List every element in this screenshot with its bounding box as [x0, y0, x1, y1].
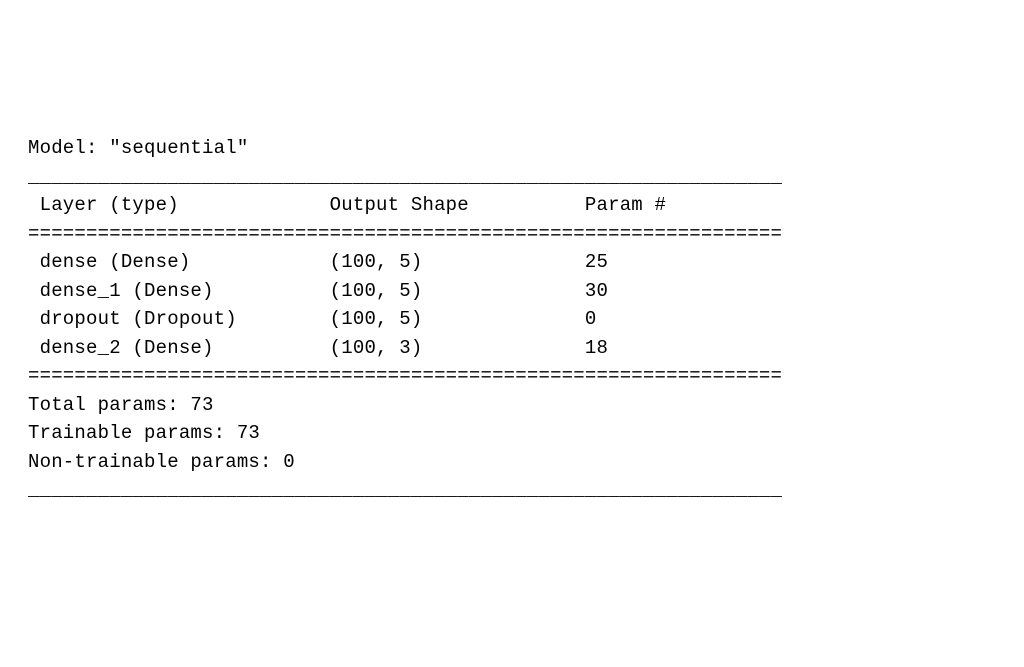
- table-row: dense_2 (Dense) (100, 3) 18: [28, 334, 996, 363]
- trainable-params: Trainable params: 73: [28, 419, 996, 448]
- rule-underscore: ________________________________________…: [28, 476, 996, 505]
- model-title: Model: "sequential": [28, 134, 996, 163]
- model-summary: Model: "sequential"_____________________…: [28, 134, 996, 505]
- table-row: dense_1 (Dense) (100, 5) 30: [28, 277, 996, 306]
- rule-equals: ========================================…: [28, 220, 996, 249]
- rule-underscore: ________________________________________…: [28, 163, 996, 192]
- nontrainable-params: Non-trainable params: 0: [28, 448, 996, 477]
- rule-equals: ========================================…: [28, 362, 996, 391]
- table-row: dense (Dense) (100, 5) 25: [28, 248, 996, 277]
- table-row: dropout (Dropout) (100, 5) 0: [28, 305, 996, 334]
- total-params: Total params: 73: [28, 391, 996, 420]
- table-header: Layer (type) Output Shape Param #: [28, 191, 996, 220]
